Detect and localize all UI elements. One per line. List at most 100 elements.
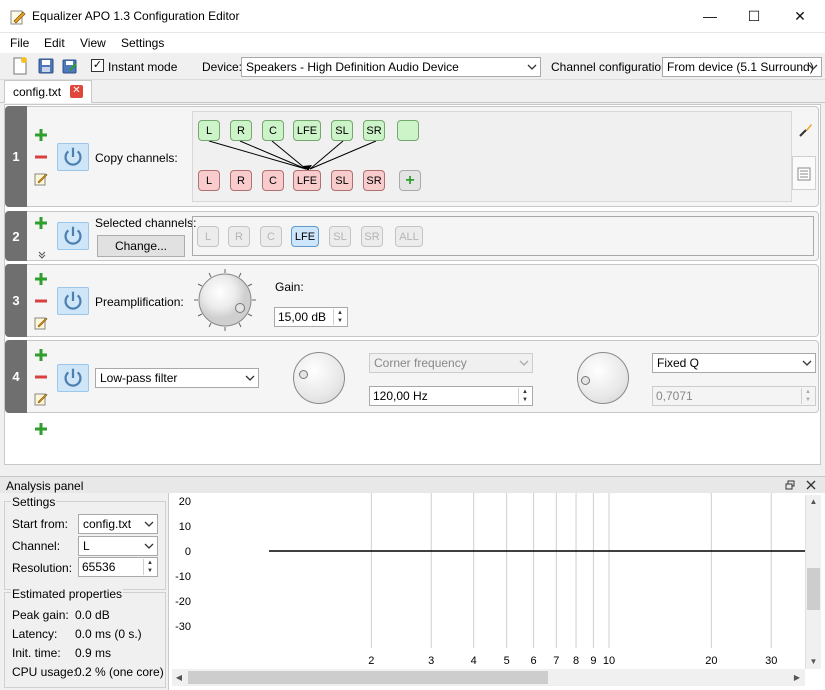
remove-filter-icon[interactable] [34, 150, 48, 164]
source-channel-empty[interactable] [397, 120, 419, 141]
source-channel-r[interactable]: R [230, 120, 252, 141]
frequency-response-chart[interactable]: 20 10 0 -10 -20 -30 2 3 4 5 6 7 8 9 10 20 30 [168, 493, 825, 690]
add-filter-icon[interactable] [34, 422, 48, 436]
power-toggle[interactable] [57, 222, 89, 250]
channel-l[interactable]: L [197, 226, 219, 247]
power-toggle[interactable] [57, 143, 89, 171]
target-channel-sl[interactable]: SL [331, 170, 353, 191]
spin-buttons[interactable]: ▲ ▼ [518, 388, 531, 404]
spin-buttons[interactable]: ▲ ▼ [143, 559, 156, 575]
channel-select[interactable]: L [78, 536, 158, 556]
device-select[interactable]: Speakers - High Definition Audio Device [241, 57, 541, 77]
frequency-knob[interactable] [293, 352, 345, 404]
q-knob[interactable] [577, 352, 629, 404]
power-icon [64, 147, 82, 166]
add-filter-icon[interactable] [34, 348, 48, 362]
remove-filter-icon[interactable] [34, 294, 48, 308]
brush-icon[interactable] [797, 122, 813, 138]
source-channel-sr[interactable]: SR [363, 120, 385, 141]
power-icon [64, 291, 82, 310]
channel-sr[interactable]: SR [361, 226, 383, 247]
edit-filter-icon[interactable] [34, 316, 48, 330]
row-number[interactable]: 3 [5, 264, 27, 337]
y-tick-label: 10 [179, 521, 191, 533]
close-panel-icon[interactable] [806, 480, 816, 490]
filter-type-select[interactable]: Low-pass filter [95, 368, 259, 388]
double-chevron-down-icon[interactable] [37, 250, 47, 260]
source-channel-lfe[interactable]: LFE [293, 120, 321, 141]
analysis-settings-pane: Settings Start from: config.txt Channel:… [0, 493, 168, 690]
source-channel-l[interactable]: L [198, 120, 220, 141]
edit-filter-icon[interactable] [34, 392, 48, 406]
horizontal-scroll-thumb[interactable] [188, 671, 548, 684]
scroll-down-icon[interactable]: ▼ [806, 655, 821, 669]
y-tick-label: 20 [179, 496, 191, 508]
change-channels-button[interactable]: Change... [97, 235, 185, 257]
resolution-input[interactable]: 65536 ▲ ▼ [78, 557, 158, 577]
channel-label: Channel: [12, 539, 61, 553]
copy-channels-label: Copy channels: [95, 151, 178, 165]
row-number[interactable]: 2 [5, 211, 27, 261]
init-time-label: Init. time: [12, 646, 61, 660]
target-channel-sr[interactable]: SR [363, 170, 385, 191]
q-type-value: Fixed Q [657, 356, 700, 370]
power-toggle[interactable] [57, 364, 89, 392]
new-file-icon[interactable] [10, 56, 30, 76]
frequency-input[interactable]: 120,00 Hz ▲ ▼ [369, 386, 533, 406]
add-filter-icon[interactable] [34, 128, 48, 142]
row-number[interactable]: 4 [5, 340, 27, 413]
x-tick-label: 9 [590, 655, 596, 667]
scroll-right-icon[interactable]: ▶ [790, 669, 804, 686]
target-channel-c[interactable]: C [262, 170, 284, 191]
add-filter-icon[interactable] [34, 216, 48, 230]
channel-sl[interactable]: SL [329, 226, 351, 247]
spin-buttons[interactable]: ▲ ▼ [333, 309, 346, 325]
remove-filter-icon[interactable] [34, 370, 48, 384]
x-tick-label: 3 [428, 655, 434, 667]
add-target-channel-button[interactable]: + [399, 170, 421, 191]
row-number[interactable]: 1 [5, 106, 27, 207]
menu-view[interactable]: View [80, 36, 106, 50]
instant-mode-checkbox[interactable]: ✓ [91, 59, 104, 72]
scroll-up-icon[interactable]: ▲ [806, 495, 821, 509]
source-channel-sl[interactable]: SL [331, 120, 353, 141]
horizontal-scrollbar[interactable]: ◀ ▶ [172, 669, 805, 686]
vertical-scroll-thumb[interactable] [807, 568, 820, 610]
power-toggle[interactable] [57, 287, 89, 315]
start-from-select[interactable]: config.txt [78, 514, 158, 534]
channel-all[interactable]: ALL [395, 226, 423, 247]
gain-input[interactable]: 15,00 dB ▲ ▼ [274, 307, 348, 327]
menu-edit[interactable]: Edit [44, 36, 65, 50]
add-filter-icon[interactable] [34, 272, 48, 286]
channel-lfe[interactable]: LFE [291, 226, 319, 247]
restore-panel-icon[interactable] [785, 480, 795, 490]
save-as-icon[interactable] [60, 56, 80, 76]
channel-r[interactable]: R [228, 226, 250, 247]
target-channel-lfe[interactable]: LFE [293, 170, 321, 191]
resolution-value: 65536 [82, 560, 116, 574]
minimize-button[interactable]: — [687, 0, 733, 32]
maximize-button[interactable]: ☐ [731, 0, 777, 32]
edit-filter-icon[interactable] [34, 172, 48, 186]
tab-label: config.txt [13, 85, 62, 99]
notes-panel[interactable] [792, 156, 816, 190]
tab-close-icon[interactable]: ✕ [70, 85, 83, 98]
close-button[interactable]: ✕ [777, 0, 823, 32]
channel-c[interactable]: C [260, 226, 282, 247]
x-tick-label: 10 [603, 655, 615, 667]
q-type-select[interactable]: Fixed Q [652, 353, 816, 373]
target-channel-r[interactable]: R [230, 170, 252, 191]
gain-knob[interactable] [190, 267, 260, 333]
scroll-left-icon[interactable]: ◀ [172, 669, 186, 686]
menu-settings[interactable]: Settings [121, 36, 164, 50]
save-icon[interactable] [36, 56, 56, 76]
x-tick-label: 5 [504, 655, 510, 667]
tab-config[interactable]: config.txt ✕ [4, 80, 92, 103]
target-channel-l[interactable]: L [198, 170, 220, 191]
vertical-scrollbar[interactable]: ▲ ▼ [805, 495, 821, 669]
channel-config-select[interactable]: From device (5.1 Surround) [662, 57, 822, 77]
resolution-label: Resolution: [12, 561, 73, 575]
source-channel-c[interactable]: C [262, 120, 284, 141]
menu-file[interactable]: File [10, 36, 29, 50]
cpu-usage-label: CPU usage: [12, 665, 77, 679]
